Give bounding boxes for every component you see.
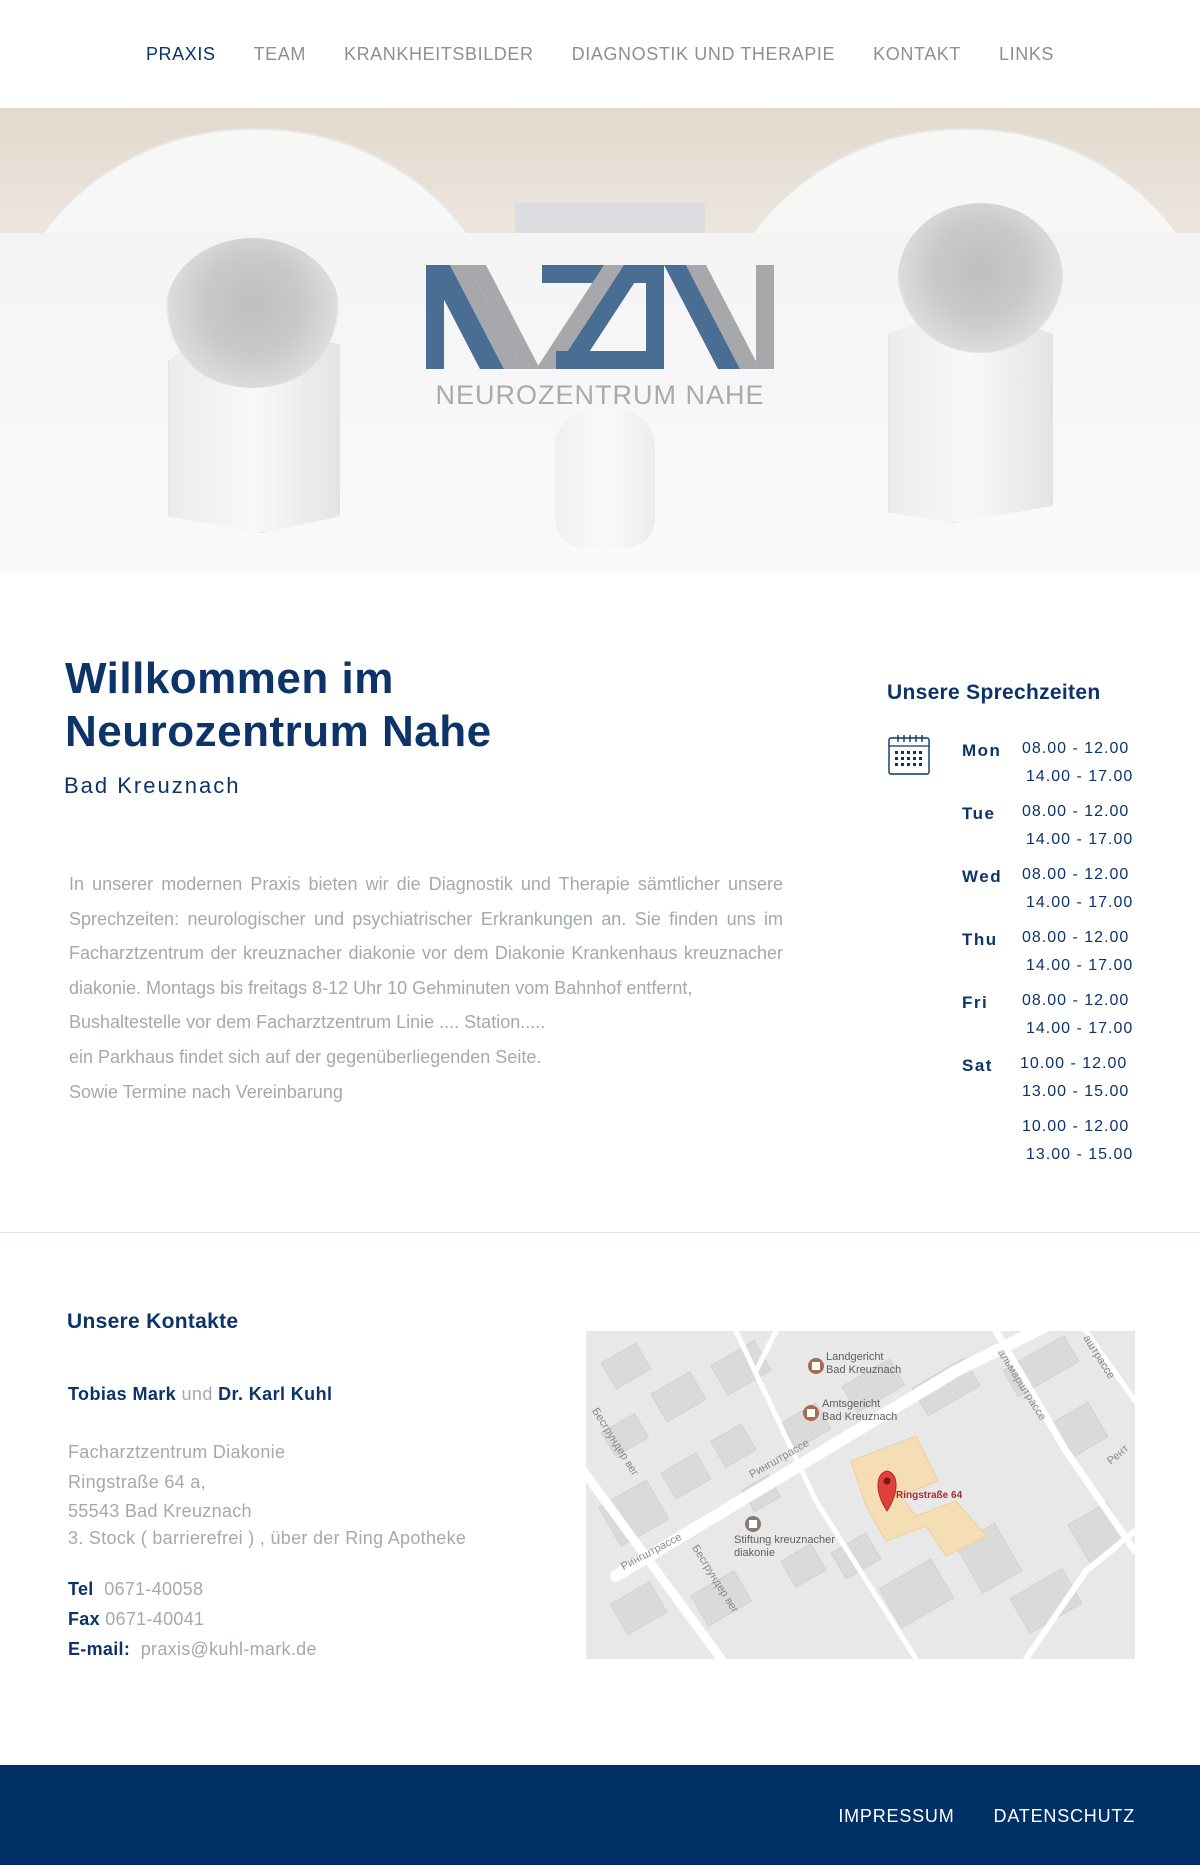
- contact-numbers: Tel 0671-40058 Fax 0671-40041 E-mail: pr…: [68, 1574, 317, 1664]
- hours-time-morning: 10.00 - 12.00: [1020, 1055, 1128, 1072]
- hours-day: Thu: [962, 930, 998, 949]
- hours-time-afternoon: 14.00 - 17.00: [1026, 894, 1134, 911]
- hours-time-morning: 08.00 - 12.00: [1022, 992, 1130, 1009]
- map-place-amtsgericht[interactable]: Amtsgericht Bad Kreuznach: [822, 1398, 897, 1424]
- hours-day: Sat: [962, 1056, 993, 1075]
- hero-vase: [555, 408, 655, 548]
- doctor-connector: und: [181, 1384, 213, 1404]
- phone-row: Tel 0671-40058: [68, 1574, 317, 1604]
- address-line: 3. Stock ( barrierefrei ) , über der Rin…: [68, 1527, 467, 1548]
- map-place-name: diakonie: [734, 1547, 775, 1559]
- email-label: E-mail:: [68, 1639, 131, 1659]
- nav-menu: PRAXIS TEAM KRANKHEITSBILDER DIAGNOSTIK …: [0, 44, 1200, 65]
- hours-time-afternoon: 14.00 - 17.00: [1026, 768, 1134, 785]
- map-place-name: Amtsgericht: [822, 1398, 881, 1410]
- hero-banner: NEUROZENTRUM NAHE: [0, 108, 1200, 573]
- address-line: Facharztzentrum Diakonie: [68, 1442, 286, 1462]
- address-line: Ringstraße 64 a,: [68, 1471, 206, 1492]
- hours-row-wed: Wed 08.00 - 12.00 14.00 - 17.00: [962, 864, 1142, 927]
- map-place-name: Landgericht: [826, 1351, 884, 1363]
- intro-text-appointments: Sowie Termine nach Vereinbarung: [69, 1081, 343, 1102]
- nav-item-links[interactable]: LINKS: [999, 44, 1054, 65]
- page-title: Willkommen im Neurozentrum Nahe: [65, 652, 685, 758]
- nav-item-diagnostik-und-therapie[interactable]: DIAGNOSTIK UND THERAPIE: [572, 44, 836, 65]
- intro-text-parking: ein Parkhaus findet sich auf der gegenüb…: [69, 1046, 542, 1067]
- footer-link-impressum[interactable]: IMPRESSUM: [838, 1806, 954, 1827]
- address-line: 55543 Bad Kreuznach: [68, 1501, 252, 1521]
- hours-row-extra: 10.00 - 12.00 13.00 - 15.00: [962, 1116, 1142, 1179]
- doctor-name-1: Tobias Mark: [68, 1384, 177, 1404]
- hours-time-afternoon: 13.00 - 15.00: [1026, 1146, 1134, 1163]
- hours-row-mon: Mon 08.00 - 12.00 14.00 - 17.00: [962, 738, 1142, 801]
- hours-time-afternoon: 14.00 - 17.00: [1026, 831, 1134, 848]
- page-title-line1: Willkommen im: [65, 654, 394, 703]
- hours-time-morning: 08.00 - 12.00: [1022, 803, 1130, 820]
- hero-succulent-left: [165, 238, 340, 388]
- hours-time-afternoon: 14.00 - 17.00: [1026, 957, 1134, 974]
- intro-text-main: In unserer modernen Praxis bieten wir di…: [69, 874, 783, 998]
- map-place-name: Stiftung kreuznacher: [734, 1534, 835, 1546]
- doctor-names: Tobias Mark und Dr. Karl Kuhl: [68, 1384, 332, 1405]
- section-divider: [0, 1232, 1200, 1233]
- hours-time-morning: 08.00 - 12.00: [1022, 866, 1130, 883]
- hours-row-thu: Thu 08.00 - 12.00 14.00 - 17.00: [962, 927, 1142, 990]
- nav-item-praxis[interactable]: PRAXIS: [146, 44, 216, 65]
- nav-item-team[interactable]: TEAM: [254, 44, 306, 65]
- hero-succulent-right: [898, 203, 1063, 353]
- hours-row-sat: Sat 10.00 - 12.00 13.00 - 15.00: [962, 1053, 1142, 1116]
- map-place-name: Bad Kreuznach: [826, 1364, 902, 1376]
- phone-label: Tel: [68, 1579, 94, 1599]
- map-place-landgericht[interactable]: Landgericht Bad Kreuznach: [826, 1351, 901, 1377]
- page-title-line2: Neurozentrum Nahe: [65, 707, 492, 756]
- hours-time-afternoon: 14.00 - 17.00: [1026, 1020, 1134, 1037]
- doctor-name-2: Dr. Karl Kuhl: [218, 1384, 333, 1404]
- hours-day: Tue: [962, 804, 996, 823]
- map-canvas[interactable]: [586, 1331, 1135, 1659]
- map-pin-label: Ringstraße 64: [896, 1490, 963, 1501]
- page-subtitle: Bad Kreuznach: [64, 773, 241, 798]
- address-block: Facharztzentrum Diakonie Ringstraße 64 a…: [68, 1438, 466, 1553]
- footer-links: IMPRESSUM DATENSCHUTZ: [838, 1806, 1135, 1827]
- hours-title: Unsere Sprechzeiten: [887, 681, 1101, 704]
- footer-link-datenschutz[interactable]: DATENSCHUTZ: [994, 1806, 1135, 1827]
- email-row: E-mail: praxis@kuhl-mark.de: [68, 1634, 317, 1664]
- hours-time-morning: 08.00 - 12.00: [1022, 740, 1130, 757]
- fax-row: Fax 0671-40041: [68, 1604, 317, 1634]
- intro-text-bus: Bushaltestelle vor dem Facharztzentrum L…: [69, 1012, 546, 1033]
- hours-table: Mon 08.00 - 12.00 14.00 - 17.00 Tue 08.0…: [962, 738, 1142, 1179]
- nav-item-krankheitsbilder[interactable]: KRANKHEITSBILDER: [344, 44, 534, 65]
- hours-row-tue: Tue 08.00 - 12.00 14.00 - 17.00: [962, 801, 1142, 864]
- calendar-icon: [888, 735, 930, 775]
- hours-day: Wed: [962, 867, 1003, 886]
- intro-paragraph: In unserer modernen Praxis bieten wir di…: [69, 867, 783, 1109]
- email-link[interactable]: praxis@kuhl-mark.de: [141, 1639, 317, 1659]
- nav-item-kontakt[interactable]: KONTAKT: [873, 44, 961, 65]
- hours-row-fri: Fri 08.00 - 12.00 14.00 - 17.00: [962, 990, 1142, 1053]
- hours-day: Fri: [962, 993, 989, 1012]
- footer: IMPRESSUM DATENSCHUTZ: [0, 1765, 1200, 1865]
- hours-day: Mon: [962, 741, 1002, 760]
- location-map[interactable]: Landgericht Bad Kreuznach Amtsgericht Ba…: [586, 1331, 1135, 1659]
- map-place-stiftung[interactable]: Stiftung kreuznacher diakonie: [734, 1534, 835, 1560]
- map-place-name: Bad Kreuznach: [822, 1411, 898, 1423]
- hero-chair-gap: [515, 203, 705, 233]
- fax-number: 0671-40041: [105, 1609, 205, 1629]
- hours-time-afternoon: 13.00 - 15.00: [1022, 1083, 1130, 1100]
- phone-number[interactable]: 0671-40058: [104, 1579, 203, 1599]
- fax-label: Fax: [68, 1609, 100, 1629]
- hours-time-morning: 10.00 - 12.00: [1022, 1118, 1130, 1135]
- hours-time-morning: 08.00 - 12.00: [1022, 929, 1130, 946]
- top-navigation: PRAXIS TEAM KRANKHEITSBILDER DIAGNOSTIK …: [0, 0, 1200, 108]
- logo-wordmark: NEUROZENTRUM NAHE: [435, 380, 765, 410]
- contact-title: Unsere Kontakte: [67, 1310, 239, 1333]
